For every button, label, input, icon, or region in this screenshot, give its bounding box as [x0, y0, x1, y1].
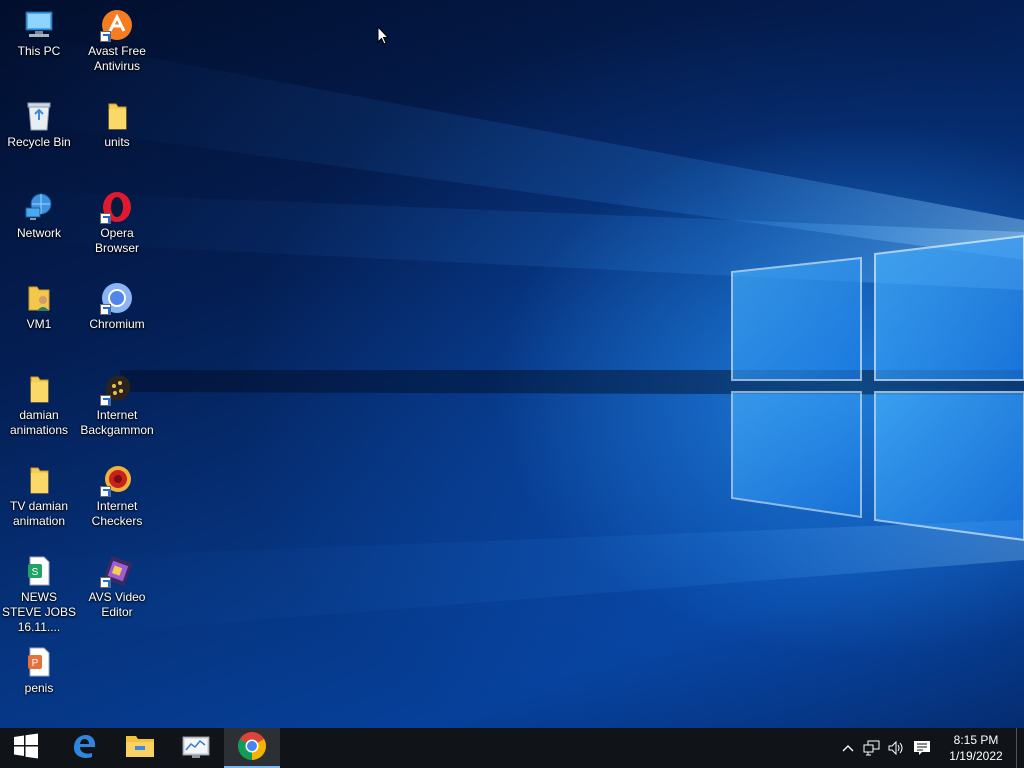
shortcut-arrow-icon [100, 31, 111, 42]
computer-icon [22, 8, 56, 42]
taskbar-clock[interactable]: 8:15 PM 1/19/2022 [940, 732, 1012, 764]
video-editor-icon [100, 554, 134, 588]
folder-icon [22, 463, 56, 497]
desktop-icon-label: TV damian animation [9, 499, 69, 528]
desktop-icon-units[interactable]: units [79, 95, 155, 183]
desktop-icon-label: AVS Video Editor [88, 590, 146, 619]
desktop-icon-this-pc[interactable]: This PC [1, 4, 77, 92]
spreadsheet-file-icon: S [22, 554, 56, 588]
desktop-icon-label: Internet Backgammon [80, 408, 154, 437]
desktop-icon-internet-checkers[interactable]: Internet Checkers [79, 459, 155, 547]
desktop-icon-news-steve-jobs[interactable]: S NEWS STEVE JOBS 16.11.... [1, 550, 77, 638]
folder-icon [22, 372, 56, 406]
taskbar-file-explorer-button[interactable] [112, 728, 168, 768]
chrome-icon [237, 731, 267, 766]
taskbar-chrome-button[interactable] [224, 728, 280, 768]
desktop-icon-penis[interactable]: P penis [1, 641, 77, 729]
taskbar-edge-button[interactable] [56, 728, 112, 768]
svg-text:P: P [32, 658, 39, 669]
opera-icon [100, 190, 134, 224]
recycle-bin-icon [22, 99, 56, 133]
shortcut-arrow-icon [100, 486, 111, 497]
desktop-icon-label: Chromium [89, 317, 145, 331]
edge-icon [70, 732, 98, 765]
desktop-icon-label: units [104, 135, 130, 149]
show-desktop-button[interactable] [1016, 728, 1024, 768]
system-monitor-icon [181, 732, 211, 765]
presentation-file-icon: P [22, 645, 56, 679]
taskbar: 8:15 PM 1/19/2022 [0, 728, 1024, 768]
desktop-icon-internet-backgammon[interactable]: Internet Backgammon [79, 368, 155, 456]
shortcut-arrow-icon [100, 395, 111, 406]
file-explorer-icon [125, 733, 155, 764]
speaker-icon[interactable] [884, 728, 908, 768]
windows-logo-icon [13, 733, 39, 764]
desktop-icon-label: Avast Free Antivirus [88, 44, 146, 73]
desktop-icon-label: Network [16, 226, 61, 240]
svg-text:S: S [32, 567, 39, 578]
desktop-icon-tv-damian-animation[interactable]: TV damian animation [1, 459, 77, 547]
chevron-up-icon[interactable] [836, 728, 860, 768]
avast-icon [100, 8, 134, 42]
notification-icon[interactable] [908, 728, 936, 768]
desktop-icon-label: Internet Checkers [91, 499, 143, 528]
chromium-icon [100, 281, 134, 315]
taskbar-system-monitor-button[interactable] [168, 728, 224, 768]
shortcut-arrow-icon [100, 577, 111, 588]
start-button[interactable] [0, 728, 52, 768]
desktop-icon-vm1[interactable]: VM1 [1, 277, 77, 365]
network-icon [22, 190, 56, 224]
desktop-icon-chromium[interactable]: Chromium [79, 277, 155, 365]
checkers-icon [100, 463, 134, 497]
mouse-cursor-icon [377, 25, 390, 50]
system-tray: 8:15 PM 1/19/2022 [836, 728, 1024, 768]
desktop-icon-damian-animations[interactable]: damian animations [1, 368, 77, 456]
desktop-icon-recycle-bin[interactable]: Recycle Bin [1, 95, 77, 183]
desktop-icon-opera[interactable]: Opera Browser [79, 186, 155, 274]
desktop-icon-label: VM1 [26, 317, 52, 331]
desktop-icon-label: Opera Browser [94, 226, 139, 255]
clock-date: 1/19/2022 [949, 749, 1003, 763]
desktop-icon-label: penis [24, 681, 54, 695]
shortcut-arrow-icon [100, 213, 111, 224]
user-folder-icon [22, 281, 56, 315]
desktop-icon-label: damian animations [9, 408, 69, 437]
network-wired-icon[interactable] [860, 728, 884, 768]
desktop-icon-network[interactable]: Network [1, 186, 77, 274]
backgammon-icon [100, 372, 134, 406]
shortcut-arrow-icon [100, 304, 111, 315]
desktop-icon-label: Recycle Bin [7, 135, 71, 149]
folder-icon [100, 99, 134, 133]
desktop-icon-label: NEWS STEVE JOBS 16.11.... [1, 590, 77, 634]
desktop-icon-avast[interactable]: Avast Free Antivirus [79, 4, 155, 92]
desktop-icon-label: This PC [17, 44, 61, 58]
clock-time: 8:15 PM [953, 733, 999, 747]
desktop-icon-avs-video-editor[interactable]: AVS Video Editor [79, 550, 155, 638]
